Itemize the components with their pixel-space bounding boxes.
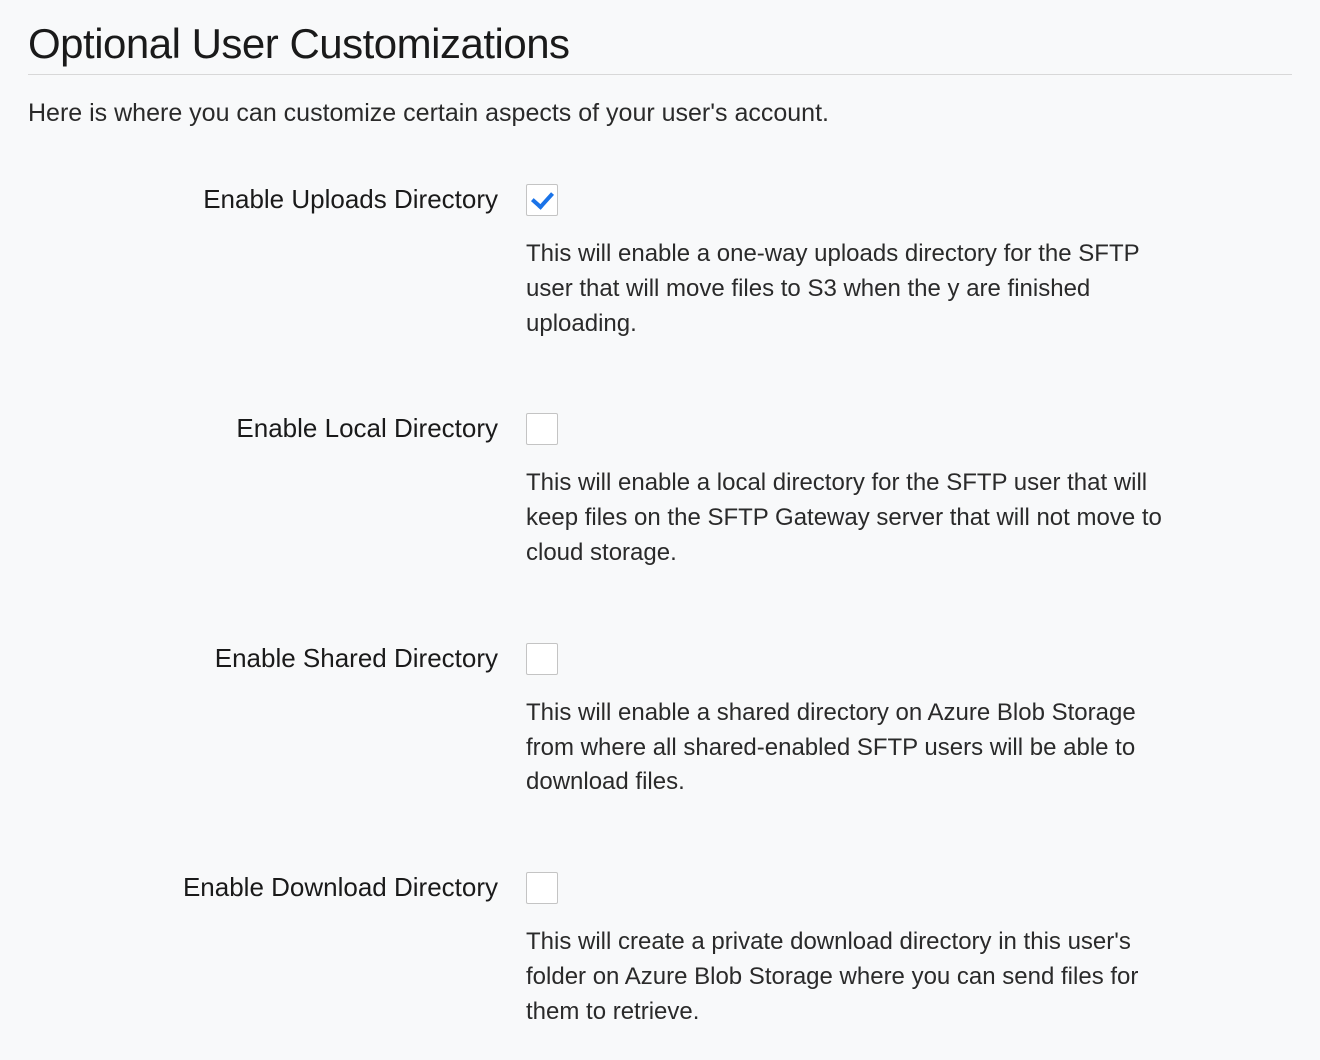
help-local: This will enable a local directory for t… [526, 466, 1176, 570]
option-row-shared: Enable Shared Directory This will enable… [28, 643, 1292, 800]
label-col: Enable Uploads Directory [28, 184, 526, 215]
control-col: This will enable a local directory for t… [526, 413, 1176, 570]
label-col: Enable Shared Directory [28, 643, 526, 674]
label-col: Enable Download Directory [28, 872, 526, 903]
label-local: Enable Local Directory [236, 413, 498, 443]
page-title: Optional User Customizations [28, 20, 1292, 75]
label-uploads: Enable Uploads Directory [203, 184, 498, 214]
checkbox-uploads[interactable] [526, 184, 558, 216]
control-col: This will create a private download dire… [526, 872, 1176, 1029]
checkbox-download[interactable] [526, 872, 558, 904]
checkbox-local[interactable] [526, 413, 558, 445]
control-col: This will enable a shared directory on A… [526, 643, 1176, 800]
label-col: Enable Local Directory [28, 413, 526, 444]
control-col: This will enable a one-way uploads direc… [526, 184, 1176, 341]
help-uploads: This will enable a one-way uploads direc… [526, 237, 1176, 341]
option-row-local: Enable Local Directory This will enable … [28, 413, 1292, 570]
help-shared: This will enable a shared directory on A… [526, 696, 1176, 800]
option-row-download: Enable Download Directory This will crea… [28, 872, 1292, 1029]
customizations-form: Enable Uploads Directory This will enabl… [28, 184, 1292, 1030]
page-intro: Here is where you can customize certain … [28, 99, 1292, 128]
label-shared: Enable Shared Directory [215, 643, 498, 673]
option-row-uploads: Enable Uploads Directory This will enabl… [28, 184, 1292, 341]
label-download: Enable Download Directory [183, 872, 498, 902]
help-download: This will create a private download dire… [526, 925, 1176, 1029]
checkbox-shared[interactable] [526, 643, 558, 675]
